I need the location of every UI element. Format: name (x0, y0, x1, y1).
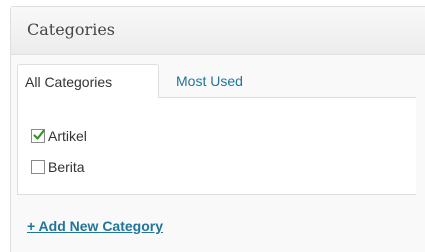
tab-most-used[interactable]: Most Used (176, 64, 243, 98)
panel-title: Categories (27, 20, 115, 39)
category-list: Artikel Berita (17, 97, 416, 195)
category-item-berita[interactable]: Berita (31, 158, 85, 176)
category-label: Artikel (48, 128, 87, 144)
berita-checkbox[interactable] (31, 160, 45, 174)
category-label: Berita (48, 159, 85, 175)
category-item-artikel[interactable]: Artikel (31, 127, 87, 145)
panel-header[interactable]: Categories (11, 7, 425, 55)
category-tabs: All Categories Most Used (17, 64, 417, 98)
artikel-checkbox[interactable] (31, 129, 45, 143)
tab-all-categories[interactable]: All Categories (17, 64, 159, 98)
checkmark-icon (33, 129, 45, 140)
add-new-category-link[interactable]: + Add New Category (27, 218, 163, 234)
